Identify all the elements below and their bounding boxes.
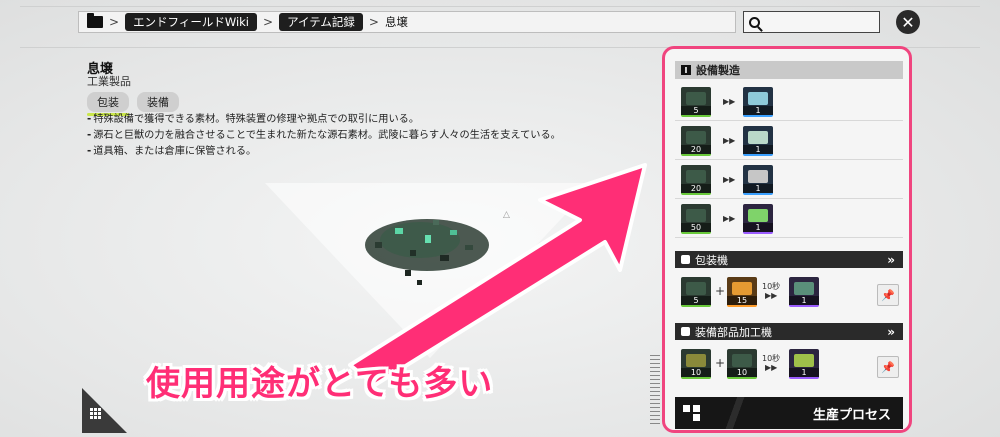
annotation-caption: 使用用途がとても多い — [146, 364, 494, 404]
process-icon — [683, 405, 703, 421]
close-button[interactable]: ✕ — [896, 10, 920, 34]
double-arrow-icon: ▶▶ — [723, 136, 736, 145]
breadcrumb-item-wiki[interactable]: エンドフィールドWiki — [125, 13, 257, 31]
search-input[interactable] — [743, 11, 880, 33]
double-arrow-icon: ▶▶ — [723, 175, 736, 184]
parts-processor-header[interactable]: 装備部品加工機 » — [675, 323, 903, 340]
decoration — [705, 397, 765, 429]
output-slot[interactable]: 1 — [789, 277, 819, 307]
input-slot[interactable]: 50 — [681, 204, 711, 234]
slot-qty: 20 — [681, 145, 711, 154]
slot-qty: 50 — [681, 223, 711, 232]
annotation-arrow — [348, 163, 647, 387]
packager-title: 包装機 — [695, 253, 728, 267]
pin-button[interactable]: 📌 — [877, 356, 899, 378]
input-slot[interactable]: 5 — [681, 87, 711, 117]
grid-icon — [90, 408, 101, 419]
slot-qty: 20 — [681, 184, 711, 193]
description-line: 源石と巨獣の力を融合させることで生まれた新たな源石素材。武陵に暮らす人々の生活を… — [87, 128, 561, 144]
double-arrow-icon: ▶▶ — [764, 291, 778, 300]
recipe-row[interactable]: 50 ▶▶ 1 — [675, 200, 903, 238]
pin-icon: 📌 — [881, 288, 895, 302]
decoration — [650, 355, 660, 425]
packager-header[interactable]: 包装機 » — [675, 251, 903, 268]
chevron-right-icon: > — [368, 15, 379, 29]
chevron-right-icon: » — [887, 324, 895, 339]
output-slot[interactable]: 1 — [743, 165, 773, 195]
output-slot[interactable]: 1 — [789, 349, 819, 379]
description-line: 特殊設備で獲得できる素材。特殊装置の修理や拠点での取引に用いる。 — [87, 112, 561, 128]
double-arrow-icon: ▶▶ — [723, 214, 736, 223]
close-icon: ✕ — [901, 12, 915, 32]
breadcrumb-current: 息壌 — [384, 15, 408, 29]
section-title: 設備製造 — [696, 64, 740, 77]
slot-qty: 1 — [743, 106, 773, 115]
input-slot[interactable]: 15 — [727, 277, 757, 307]
output-slot[interactable]: 1 — [743, 126, 773, 156]
plus-icon: + — [715, 356, 726, 370]
slot-qty: 10 — [681, 368, 711, 377]
output-slot[interactable]: 1 — [743, 87, 773, 117]
divider — [20, 6, 980, 7]
production-panel: I 設備製造 5 ▶▶ 1 20 ▶▶ 1 20 ▶▶ 1 50 ▶▶ 1 包装… — [662, 46, 912, 433]
process-time: 10秒 ▶▶ — [762, 282, 780, 300]
plus-icon: + — [715, 284, 726, 298]
time-label: 10秒 — [762, 282, 781, 291]
input-slot[interactable]: 20 — [681, 126, 711, 156]
search-icon — [749, 16, 760, 28]
recipe-row[interactable]: 5 ▶▶ 1 — [675, 83, 903, 121]
input-slot[interactable]: 10 — [681, 349, 711, 379]
chevron-right-icon: » — [887, 252, 895, 267]
processor-icon — [681, 327, 690, 336]
tab-packaging[interactable]: 包装 — [87, 92, 129, 116]
slot-qty: 1 — [743, 184, 773, 193]
production-process-button[interactable]: 生産プロセス — [675, 397, 903, 429]
chevron-right-icon: > — [263, 15, 274, 29]
input-slot[interactable]: 10 — [727, 349, 757, 379]
process-time: 10秒 ▶▶ — [762, 354, 780, 372]
breadcrumb-item-records[interactable]: アイテム記録 — [279, 13, 363, 31]
slot-qty: 10 — [727, 368, 757, 377]
slot-qty: 1 — [743, 223, 773, 232]
pin-button[interactable]: 📌 — [877, 284, 899, 306]
item-category: 工業製品 — [87, 75, 131, 88]
slot-qty: 5 — [681, 296, 711, 305]
double-arrow-icon: ▶▶ — [723, 97, 736, 106]
slot-qty: 1 — [743, 145, 773, 154]
tab-bar: 包装 装備 — [87, 92, 179, 116]
production-process-label: 生産プロセス — [812, 407, 891, 423]
packager-icon — [681, 255, 690, 264]
recipe-row[interactable]: 20 ▶▶ 1 — [675, 161, 903, 199]
slot-qty: 1 — [789, 296, 819, 305]
parts-processor-title: 装備部品加工機 — [695, 325, 772, 339]
slot-qty: 15 — [727, 296, 757, 305]
input-slot[interactable]: 20 — [681, 165, 711, 195]
info-icon: I — [681, 65, 691, 75]
double-arrow-icon: ▶▶ — [764, 363, 778, 372]
time-label: 10秒 — [762, 354, 781, 363]
chevron-right-icon: > — [109, 15, 120, 29]
pin-icon: 📌 — [881, 360, 895, 374]
tab-equipment[interactable]: 装備 — [137, 92, 179, 112]
input-slot[interactable]: 5 — [681, 277, 711, 307]
folder-icon[interactable] — [87, 13, 103, 28]
breadcrumb: > エンドフィールドWiki > アイテム記録 > 息壌 — [78, 11, 736, 33]
recipe-row[interactable]: 20 ▶▶ 1 — [675, 122, 903, 160]
section-header: I 設備製造 — [675, 61, 903, 79]
slot-qty: 1 — [789, 368, 819, 377]
output-slot[interactable]: 1 — [743, 204, 773, 234]
slot-qty: 5 — [681, 106, 711, 115]
